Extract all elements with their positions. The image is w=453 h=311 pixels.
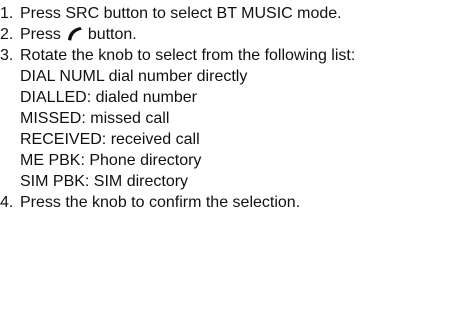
- step-3: 3. Rotate the knob to select from the fo…: [0, 45, 453, 192]
- step-text: Press SRC button to select BT MUSIC mode…: [20, 5, 342, 22]
- step-text-before: Press: [20, 26, 61, 43]
- list-item: ME PBK: Phone directory: [20, 152, 202, 169]
- step-number: 2.: [0, 26, 14, 43]
- step-text: Press the knob to confirm the selection.: [20, 194, 301, 211]
- step-text: Rotate the knob to select from the follo…: [20, 47, 356, 64]
- instruction-list: 1. Press SRC button to select BT MUSIC m…: [0, 3, 453, 213]
- step-4: 4. Press the knob to confirm the selecti…: [0, 192, 453, 213]
- option-list: DIAL NUML dial number directly DIALLED: …: [20, 66, 453, 192]
- step-number: 4.: [0, 194, 14, 211]
- phone-handset-icon: [68, 27, 83, 41]
- list-item: SIM PBK: SIM directory: [20, 173, 189, 190]
- list-item: DIALLED: dialed number: [20, 89, 197, 106]
- step-number: 1.: [0, 5, 14, 22]
- step-1: 1. Press SRC button to select BT MUSIC m…: [0, 3, 453, 24]
- list-item: MISSED: missed call: [20, 110, 170, 127]
- step-number: 3.: [0, 47, 14, 64]
- step-2: 2. Press button.: [0, 24, 453, 45]
- step-text-after: button.: [87, 26, 137, 43]
- list-item: DIAL NUML dial number directly: [20, 68, 248, 85]
- list-item: RECEIVED: received call: [20, 131, 200, 148]
